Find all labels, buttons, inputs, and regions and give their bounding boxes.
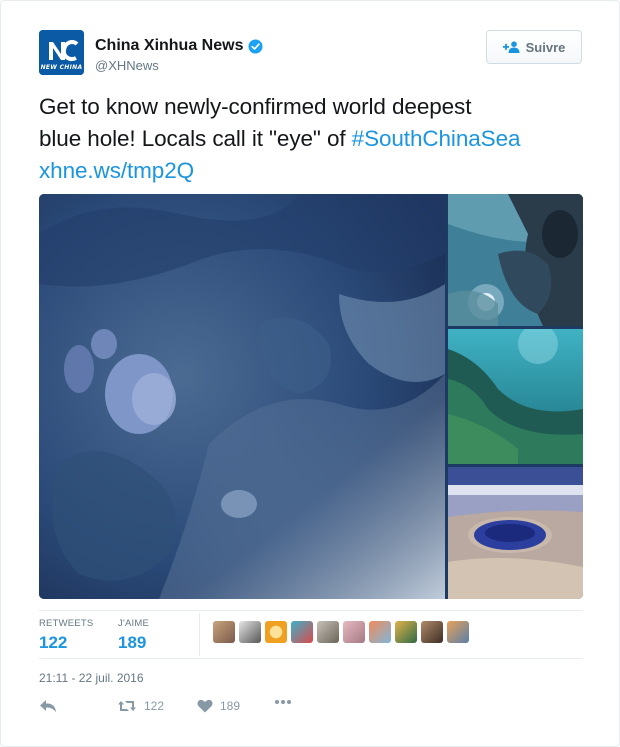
add-user-icon [502, 41, 520, 53]
liker-avatar[interactable] [239, 621, 261, 643]
avatar-logo-text: NEW CHINA [40, 64, 83, 71]
stats-separator [199, 613, 200, 656]
blue-hole-aerial-image [448, 467, 583, 599]
reef-slope-image [448, 329, 583, 464]
follow-button-label: Suivre [525, 39, 566, 55]
more-button[interactable] [274, 699, 292, 705]
hashtag-link[interactable]: #SouthChinaSea [352, 126, 521, 151]
retweets-count: 122 [39, 633, 68, 652]
liker-avatar[interactable] [369, 621, 391, 643]
retweet-count: 122 [144, 699, 165, 713]
coral-reef-image [39, 194, 445, 599]
retweets-label: RETWEETS [39, 618, 94, 629]
liker-avatar[interactable] [395, 621, 417, 643]
tweet-text: Get to know newly-confirmed world deepes… [39, 91, 599, 187]
photo-blue-hole-aerial[interactable] [448, 467, 583, 599]
tweet-timestamp[interactable]: 21:11 - 22 juil. 2016 [39, 671, 144, 685]
account-name-row: China Xinhua News [95, 37, 263, 55]
heart-icon [197, 699, 213, 713]
tweet-line-2-text: blue hole! Locals call it "eye" of [39, 126, 352, 151]
follow-button[interactable]: Suivre [486, 30, 582, 64]
retweet-button[interactable]: 122 [117, 699, 164, 713]
account-handle[interactable]: @XHNews [95, 58, 159, 73]
liker-avatar[interactable] [317, 621, 339, 643]
account-avatar[interactable]: NEW CHINA [39, 30, 84, 75]
photo-reef-slope[interactable] [448, 329, 583, 464]
like-button[interactable]: 189 [197, 699, 240, 713]
reply-button[interactable] [39, 699, 57, 713]
diver-image [448, 194, 583, 326]
stats-top-divider [39, 610, 583, 611]
likes-count: 189 [118, 633, 147, 652]
tweet-actions: 122 189 [39, 699, 339, 721]
tweet-line-2: blue hole! Locals call it "eye" of #Sout… [39, 123, 599, 155]
reply-icon [40, 700, 56, 712]
tweet-line-1: Get to know newly-confirmed world deepes… [39, 94, 472, 119]
display-name[interactable]: China Xinhua News [95, 37, 243, 55]
verified-badge-icon [248, 38, 263, 54]
liker-avatar[interactable] [447, 621, 469, 643]
liker-avatar[interactable] [343, 621, 365, 643]
liker-avatars [213, 621, 469, 643]
retweet-icon [118, 701, 136, 711]
more-icon [275, 700, 291, 704]
liker-avatar[interactable] [213, 621, 235, 643]
liker-avatar[interactable] [265, 621, 287, 643]
likes-label: J'AIME [118, 618, 149, 629]
retweets-stat[interactable]: RETWEETS 122 [39, 618, 93, 653]
media-grid [39, 194, 583, 599]
liker-avatar[interactable] [421, 621, 443, 643]
liker-avatar[interactable] [291, 621, 313, 643]
tweet-url-link[interactable]: xhne.ws/tmp2Q [39, 155, 599, 187]
stats-bottom-divider [39, 658, 583, 659]
like-count: 189 [220, 699, 241, 713]
photo-coral-reef[interactable] [39, 194, 445, 599]
photo-diver[interactable] [448, 194, 583, 326]
tweet-card: NEW CHINA China Xinhua News @XHNews Suiv… [0, 0, 620, 747]
likes-stat[interactable]: J'AIME 189 [118, 618, 149, 653]
